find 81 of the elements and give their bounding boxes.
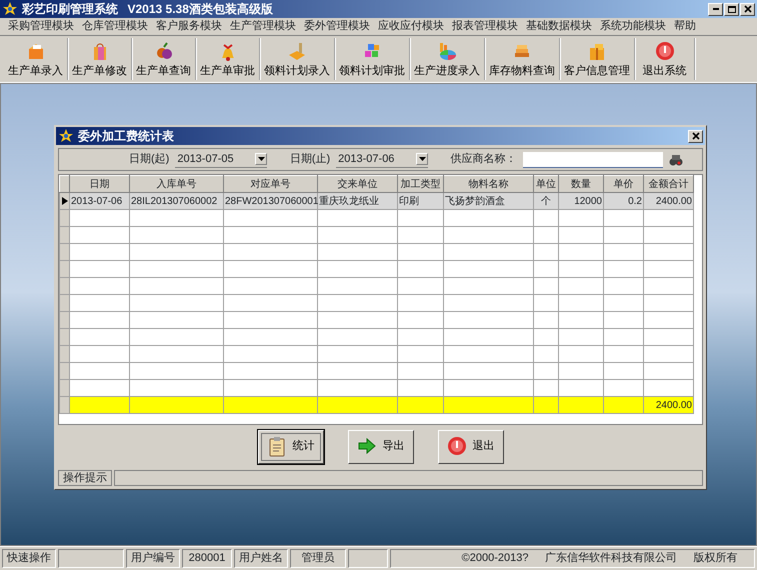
table-cell: 12000: [558, 192, 604, 210]
star-logo-icon: [2, 1, 18, 17]
status-value: 280001: [182, 549, 232, 568]
company-name: 广东信华软件科技有限公司: [545, 550, 677, 566]
close-button[interactable]: [688, 130, 703, 142]
minimize-button[interactable]: [708, 2, 723, 16]
status-panel: [58, 549, 124, 568]
power-icon: [446, 436, 466, 458]
status-panel: [348, 549, 388, 568]
status-label: 用户编号: [126, 549, 180, 568]
close-button[interactable]: [740, 2, 755, 16]
status-value: 管理员: [290, 549, 346, 568]
menu-item[interactable]: 报表管理模块: [448, 18, 522, 35]
table-cell: 2013-07-06: [70, 192, 130, 210]
power-icon: [654, 40, 674, 60]
close-icon: [692, 132, 700, 140]
copyright-text: ©2000-2013?: [462, 551, 528, 566]
column-header[interactable]: 数量: [558, 176, 604, 193]
menu-item[interactable]: 基础数据模块: [522, 18, 596, 35]
column-header[interactable]: 单价: [604, 176, 644, 193]
column-header[interactable]: 单位: [534, 176, 558, 193]
date-to-label: 日期(止): [290, 152, 330, 168]
column-header[interactable]: 日期: [70, 176, 130, 193]
pie-chart-icon: [437, 40, 457, 60]
maximize-button[interactable]: [724, 2, 739, 16]
toolbar-button[interactable]: 生产单查询: [132, 38, 196, 80]
dropdown-arrow-icon: [418, 157, 426, 162]
date-from-select[interactable]: 2013-07-05: [175, 152, 268, 168]
menu-item[interactable]: 仓库管理模块: [78, 18, 152, 35]
table-cell: 28IL201307060002: [130, 192, 224, 210]
toolbar-button[interactable]: 退出系统: [635, 38, 695, 80]
supplier-label: 供应商名称：: [450, 152, 517, 168]
column-header[interactable]: 金额合计: [644, 176, 694, 193]
column-header[interactable]: 入库单号: [130, 176, 224, 193]
date-to-select[interactable]: 2013-07-06: [336, 152, 428, 168]
table-cell: 28FW201307060001: [224, 192, 318, 210]
table-cell: 飞扬梦韵酒盒: [444, 192, 534, 210]
toolbar-button[interactable]: 库存物料查询: [485, 38, 560, 80]
toolbar-button[interactable]: 领料计划审批: [335, 38, 410, 80]
child-window-title: 委外加工费统计表: [78, 128, 174, 145]
star-logo-icon: [58, 128, 74, 144]
toolbar-button[interactable]: 领料计划录入: [260, 38, 335, 80]
menu-item[interactable]: 采购管理模块: [4, 18, 78, 35]
toolbar-button[interactable]: 生产单录入: [4, 38, 68, 80]
column-header[interactable]: 加工类型: [398, 176, 444, 193]
total-cell: 2400.00: [644, 396, 694, 414]
column-header[interactable]: 对应单号: [224, 176, 318, 193]
clipboard-icon: [266, 436, 286, 458]
window-title: 彩艺印刷管理系统: [22, 1, 118, 18]
action-button[interactable]: 导出: [348, 430, 414, 464]
menu-item[interactable]: 委外管理模块: [300, 18, 374, 35]
table-cell: 个: [534, 192, 558, 210]
toolbar-button[interactable]: 客户信息管理: [560, 38, 635, 80]
table-cell: 重庆玖龙纸业: [318, 192, 398, 210]
date-from-label: 日期(起): [129, 152, 170, 168]
table-cell: 0.2: [604, 192, 644, 210]
menu-item[interactable]: 生产管理模块: [226, 18, 300, 35]
table-cell: 2400.00: [644, 192, 694, 210]
menu-item[interactable]: 帮助: [670, 18, 700, 35]
menu-item[interactable]: 客户服务模块: [152, 18, 226, 35]
toolbar-button[interactable]: 生产进度录入: [410, 38, 485, 80]
status-label: 用户姓名: [234, 549, 288, 568]
close-icon: [744, 5, 752, 13]
binoculars-icon: [668, 152, 683, 167]
supplier-field[interactable]: [522, 152, 663, 168]
rights-text: 版权所有: [694, 551, 738, 566]
menu-item[interactable]: 系统功能模块: [596, 18, 670, 35]
hint-label: 操作提示: [58, 470, 112, 486]
row-pointer-icon: [62, 197, 68, 206]
dropdown-arrow-icon: [258, 157, 265, 162]
menu-item[interactable]: 应收应付模块: [374, 18, 448, 35]
action-button[interactable]: 统计: [258, 430, 324, 464]
toolbar-button[interactable]: 生产单审批: [196, 38, 260, 80]
column-header[interactable]: 交来单位: [318, 176, 398, 193]
minimize-icon: [712, 8, 718, 10]
version-label: V2013 5.38酒类包装高级版: [128, 1, 273, 18]
status-label: 快速操作: [2, 549, 56, 568]
table-cell: 印刷: [398, 192, 444, 210]
toolbar-button[interactable]: 生产单修改: [68, 38, 132, 80]
action-button[interactable]: 退出: [438, 430, 504, 464]
column-header[interactable]: 物料名称: [444, 176, 534, 193]
